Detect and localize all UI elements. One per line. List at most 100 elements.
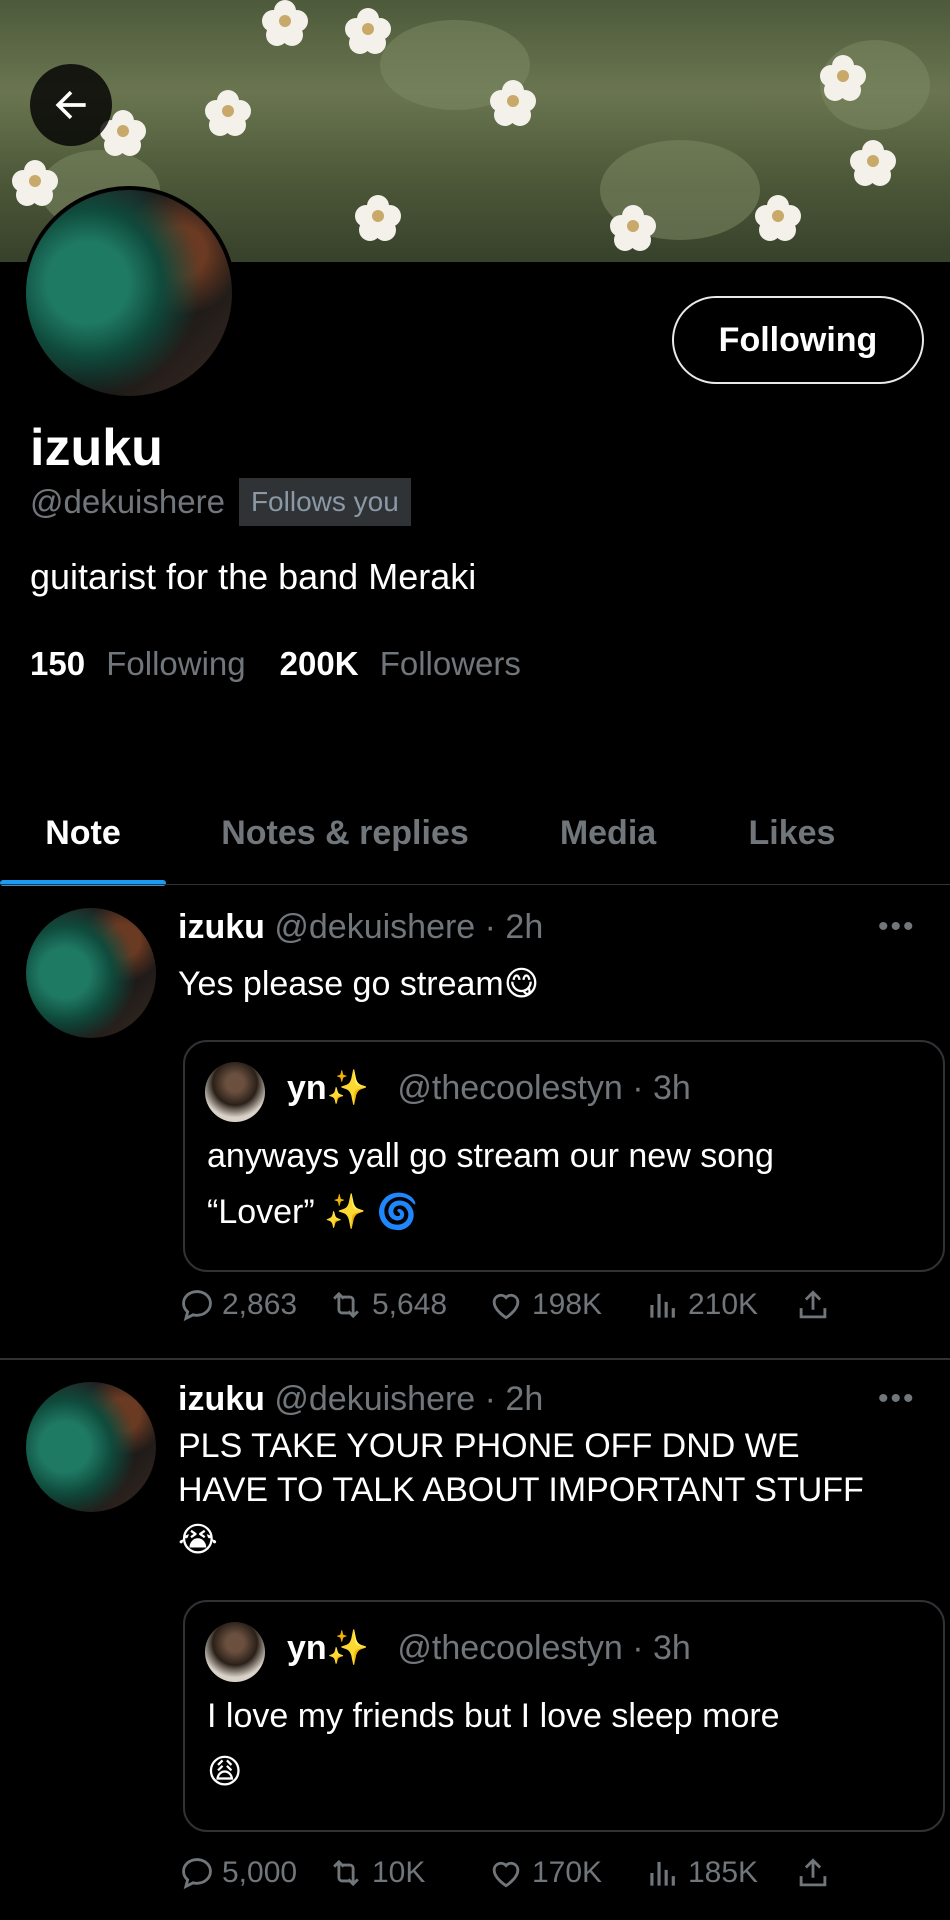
- share-button[interactable]: [794, 1286, 832, 1324]
- quoted-text: anyways yall go stream our new song “Lov…: [207, 1128, 917, 1240]
- following-count: 150: [30, 645, 86, 682]
- post-avatar[interactable]: [26, 1382, 156, 1512]
- following-stat[interactable]: 150 Following: [30, 645, 246, 683]
- profile-name: izuku: [30, 419, 163, 477]
- quoted-post[interactable]: yn✨ @thecoolestyn · 3h I love my friends…: [183, 1600, 945, 1832]
- divider: [0, 884, 950, 885]
- quoted-avatar: [205, 1062, 265, 1122]
- views-button[interactable]: 185K: [644, 1854, 794, 1892]
- banner-flower: [850, 140, 896, 186]
- sparkle-icon: ✨: [324, 1193, 367, 1231]
- sparkle-icon: ✨: [326, 1629, 370, 1667]
- banner-flower: [610, 205, 656, 251]
- reply-icon: [182, 1290, 212, 1322]
- post-handle-time: @dekuishere · 2h: [274, 908, 544, 946]
- like-icon: [492, 1861, 520, 1888]
- banner-flower: [355, 195, 401, 241]
- post-text: PLS TAKE YOUR PHONE OFF DND WE HAVE TO T…: [178, 1424, 918, 1562]
- back-button[interactable]: [30, 64, 112, 146]
- quoted-handle-time: @thecoolestyn · 3h: [397, 1629, 691, 1667]
- profile-bio: guitarist for the band Meraki: [30, 556, 477, 597]
- tab-label: Likes: [748, 813, 836, 852]
- profile-tabs: Note Notes & replies Media Likes: [0, 780, 950, 886]
- quoted-author: yn: [287, 1069, 327, 1107]
- reply-button[interactable]: 5,000: [178, 1854, 326, 1892]
- banner-flower: [755, 195, 801, 241]
- post-text-line: HAVE TO TALK ABOUT IMPORTANT STUFF: [178, 1471, 864, 1509]
- repost-icon: [333, 1291, 359, 1319]
- tab-media[interactable]: Media: [524, 780, 692, 886]
- profile-handle: @dekuishere: [30, 483, 225, 520]
- quoted-avatar: [205, 1622, 265, 1682]
- profile-stats: 150 Following 200K Followers: [30, 645, 521, 683]
- views-icon: [650, 1293, 675, 1318]
- quoted-text: I love my friends but I love sleep more …: [207, 1688, 917, 1800]
- like-button[interactable]: 170K: [486, 1854, 644, 1892]
- reply-icon: [182, 1858, 212, 1890]
- post-text-body: Yes please go stream: [178, 965, 504, 1003]
- handle-row: @dekuishere Follows you: [30, 478, 411, 526]
- quoted-post[interactable]: yn✨ @thecoolestyn · 3h anyways yall go s…: [183, 1040, 945, 1272]
- active-tab-indicator: [0, 880, 166, 886]
- post-emoji: 😋: [503, 965, 540, 1003]
- more-icon[interactable]: •••: [878, 1382, 916, 1416]
- post-author[interactable]: izuku: [178, 1380, 265, 1418]
- quoted-emoji: 😩: [207, 1753, 243, 1791]
- quoted-text-line: “Lover”: [207, 1193, 325, 1231]
- post-header: izuku @dekuishere · 2h: [178, 1380, 543, 1419]
- banner-flower: [345, 8, 391, 54]
- like-button[interactable]: 198K: [486, 1286, 644, 1324]
- post-emoji: 😭: [178, 1521, 218, 1559]
- reply-button[interactable]: 2,863: [178, 1286, 326, 1324]
- like-icon: [492, 1293, 520, 1320]
- tab-label: Media: [559, 813, 657, 852]
- quoted-text-line: I love my friends but I love sleep more: [207, 1697, 780, 1735]
- quoted-header: yn✨ @thecoolestyn · 3h: [287, 1068, 691, 1108]
- post-header: izuku @dekuishere · 2h: [178, 908, 543, 947]
- views-icon: [650, 1861, 675, 1886]
- repost-button[interactable]: 5,648: [326, 1286, 486, 1324]
- follows-you-badge: Follows you: [238, 478, 411, 526]
- share-icon: [799, 1858, 827, 1887]
- views-button[interactable]: 210K: [644, 1286, 794, 1324]
- reply-count: 5,000: [222, 1856, 298, 1889]
- banner-flower: [820, 55, 866, 101]
- like-count: 198K: [532, 1288, 603, 1321]
- followers-stat[interactable]: 200K Followers: [280, 645, 521, 683]
- quoted-handle-time: @thecoolestyn · 3h: [397, 1069, 691, 1107]
- post-actions: 2,863 5,648 198K 210K: [178, 1286, 832, 1324]
- post[interactable]: izuku @dekuishere · 2h ••• Yes please go…: [0, 888, 950, 1358]
- following-label: Following: [106, 645, 246, 682]
- like-count: 170K: [532, 1856, 603, 1889]
- banner-flower: [205, 90, 251, 136]
- views-count: 210K: [688, 1288, 759, 1321]
- tab-note[interactable]: Note: [0, 780, 166, 886]
- more-icon[interactable]: •••: [878, 910, 916, 944]
- banner-flower: [262, 0, 308, 46]
- following-button[interactable]: Following: [672, 296, 924, 384]
- profile-avatar[interactable]: [22, 186, 236, 400]
- spiral-icon: 🌀: [375, 1193, 419, 1231]
- share-button[interactable]: [794, 1854, 832, 1892]
- banner-flower: [490, 80, 536, 126]
- back-arrow-icon: [55, 90, 86, 120]
- share-icon: [799, 1290, 827, 1319]
- tab-notes-replies[interactable]: Notes & replies: [166, 780, 524, 886]
- followers-count: 200K: [279, 645, 359, 682]
- tab-likes[interactable]: Likes: [692, 780, 892, 886]
- repost-icon: [333, 1859, 359, 1887]
- quoted-text-line: anyways yall go stream our new song: [207, 1137, 774, 1175]
- post-actions: 5,000 10K 170K 185K: [178, 1854, 832, 1892]
- post-text-line: PLS TAKE YOUR PHONE OFF DND WE: [178, 1427, 800, 1465]
- post-avatar[interactable]: [26, 908, 156, 1038]
- post-text: Yes please go stream😋: [178, 962, 918, 1006]
- post[interactable]: izuku @dekuishere · 2h ••• PLS TAKE YOUR…: [0, 1360, 950, 1920]
- tab-label: Notes & replies: [221, 813, 469, 852]
- repost-button[interactable]: 10K: [326, 1854, 486, 1892]
- post-author[interactable]: izuku: [178, 908, 265, 946]
- sparkle-icon: ✨: [326, 1069, 370, 1107]
- banner-flower: [12, 160, 58, 206]
- repost-count: 10K: [372, 1856, 426, 1889]
- post-handle-time: @dekuishere · 2h: [274, 1380, 544, 1418]
- quoted-author: yn: [287, 1629, 327, 1667]
